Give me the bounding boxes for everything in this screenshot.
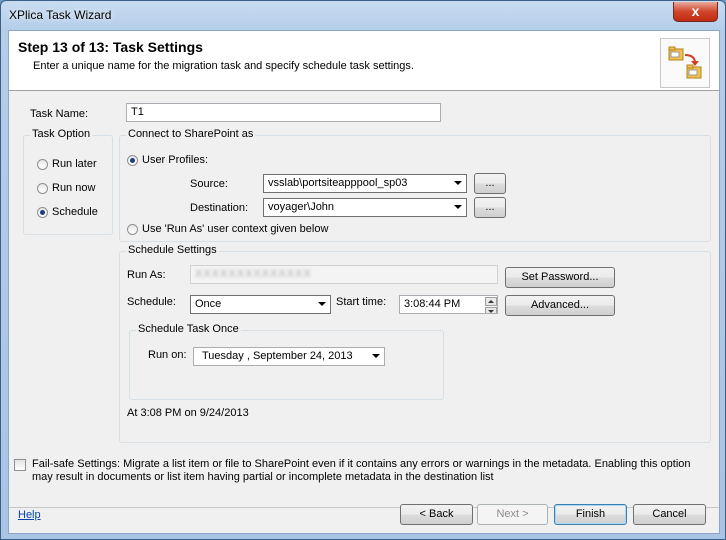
run-now-label[interactable]: Run now <box>52 182 95 194</box>
wizard-header: Step 13 of 13: Task Settings Enter a uni… <box>9 31 719 91</box>
run-on-date-picker[interactable]: Tuesday , September 24, 2013 <box>193 347 385 366</box>
start-time-spinner[interactable] <box>485 297 497 313</box>
run-as-value: XXXXXXXXXXXXXX <box>195 268 312 280</box>
back-button[interactable]: < Back <box>400 504 473 525</box>
start-time-label: Start time: <box>336 296 387 308</box>
help-link[interactable]: Help <box>18 509 41 521</box>
destination-browse-button[interactable]: ... <box>474 197 506 218</box>
failsafe-line2: may result in documents or list item hav… <box>32 471 494 483</box>
run-as-context-radio[interactable] <box>127 224 138 235</box>
start-time-value: 3:08:44 PM <box>404 298 461 310</box>
run-as-input[interactable]: XXXXXXXXXXXXXX <box>190 265 498 284</box>
advanced-button[interactable]: Advanced... <box>505 295 615 316</box>
connect-group: Connect to SharePoint as User Profiles: … <box>119 128 711 242</box>
task-name-label: Task Name: <box>30 108 89 120</box>
spin-up-icon[interactable] <box>485 297 497 306</box>
schedule-radio[interactable] <box>37 207 48 218</box>
folder-transfer-icon <box>660 38 710 88</box>
connect-title: Connect to SharePoint as <box>126 128 256 140</box>
failsafe-line1: Fail-safe Settings: Migrate a list item … <box>32 458 691 470</box>
user-profiles-label[interactable]: User Profiles: <box>142 154 208 166</box>
source-label: Source: <box>190 178 228 190</box>
run-as-context-label[interactable]: Use 'Run As' user context given below <box>142 223 328 235</box>
step-title: Step 13 of 13: Task Settings <box>18 39 203 55</box>
schedule-combo[interactable]: Once <box>190 295 331 314</box>
schedule-summary: At 3:08 PM on 9/24/2013 <box>127 407 249 419</box>
set-password-button[interactable]: Set Password... <box>505 267 615 288</box>
chevron-down-icon <box>318 302 326 306</box>
title-bar[interactable]: XPlica Task Wizard x <box>1 1 725 29</box>
task-name-input[interactable]: T1 <box>126 103 441 122</box>
wizard-client: Step 13 of 13: Task Settings Enter a uni… <box>8 30 720 534</box>
run-later-radio[interactable] <box>37 159 48 170</box>
schedule-group: Schedule Settings Run As: XXXXXXXXXXXXXX… <box>119 244 711 443</box>
source-value: vsslab\portsiteapppool_sp03 <box>268 177 408 189</box>
destination-combo[interactable]: voyager\John <box>263 198 467 217</box>
user-profiles-radio[interactable] <box>127 155 138 166</box>
schedule-settings-title: Schedule Settings <box>126 244 219 256</box>
schedule-once-title: Schedule Task Once <box>136 323 241 335</box>
run-now-radio[interactable] <box>37 183 48 194</box>
close-button[interactable]: x <box>673 2 718 22</box>
step-subtitle: Enter a unique name for the migration ta… <box>33 60 414 72</box>
spin-down-icon[interactable] <box>485 307 497 313</box>
chevron-down-icon <box>454 181 462 185</box>
schedule-type-label: Schedule: <box>127 296 176 308</box>
schedule-once-group: Schedule Task Once Run on: Tuesday , Sep… <box>129 323 444 400</box>
run-on-value: Tuesday , September 24, 2013 <box>202 350 353 362</box>
source-browse-button[interactable]: ... <box>474 173 506 194</box>
run-as-label: Run As: <box>127 269 166 281</box>
cancel-button[interactable]: Cancel <box>633 504 706 525</box>
chevron-down-icon <box>454 205 462 209</box>
run-later-label[interactable]: Run later <box>52 158 97 170</box>
schedule-value: Once <box>195 298 222 310</box>
task-option-title: Task Option <box>30 128 93 140</box>
source-combo[interactable]: vsslab\portsiteapppool_sp03 <box>263 174 467 193</box>
destination-label: Destination: <box>190 202 249 214</box>
start-time-input[interactable]: 3:08:44 PM <box>399 295 498 314</box>
finish-button[interactable]: Finish <box>554 504 627 525</box>
chevron-down-icon <box>372 354 380 358</box>
window-title: XPlica Task Wizard <box>9 8 112 22</box>
destination-value: voyager\John <box>268 201 335 213</box>
wizard-window: XPlica Task Wizard x Step 13 of 13: Task… <box>0 0 726 540</box>
next-button[interactable]: Next > <box>477 504 548 525</box>
failsafe-checkbox[interactable] <box>14 459 26 471</box>
schedule-label[interactable]: Schedule <box>52 206 98 218</box>
task-option-group: Task Option Run later Run now Schedule <box>23 128 113 235</box>
run-on-label: Run on: <box>148 349 187 361</box>
